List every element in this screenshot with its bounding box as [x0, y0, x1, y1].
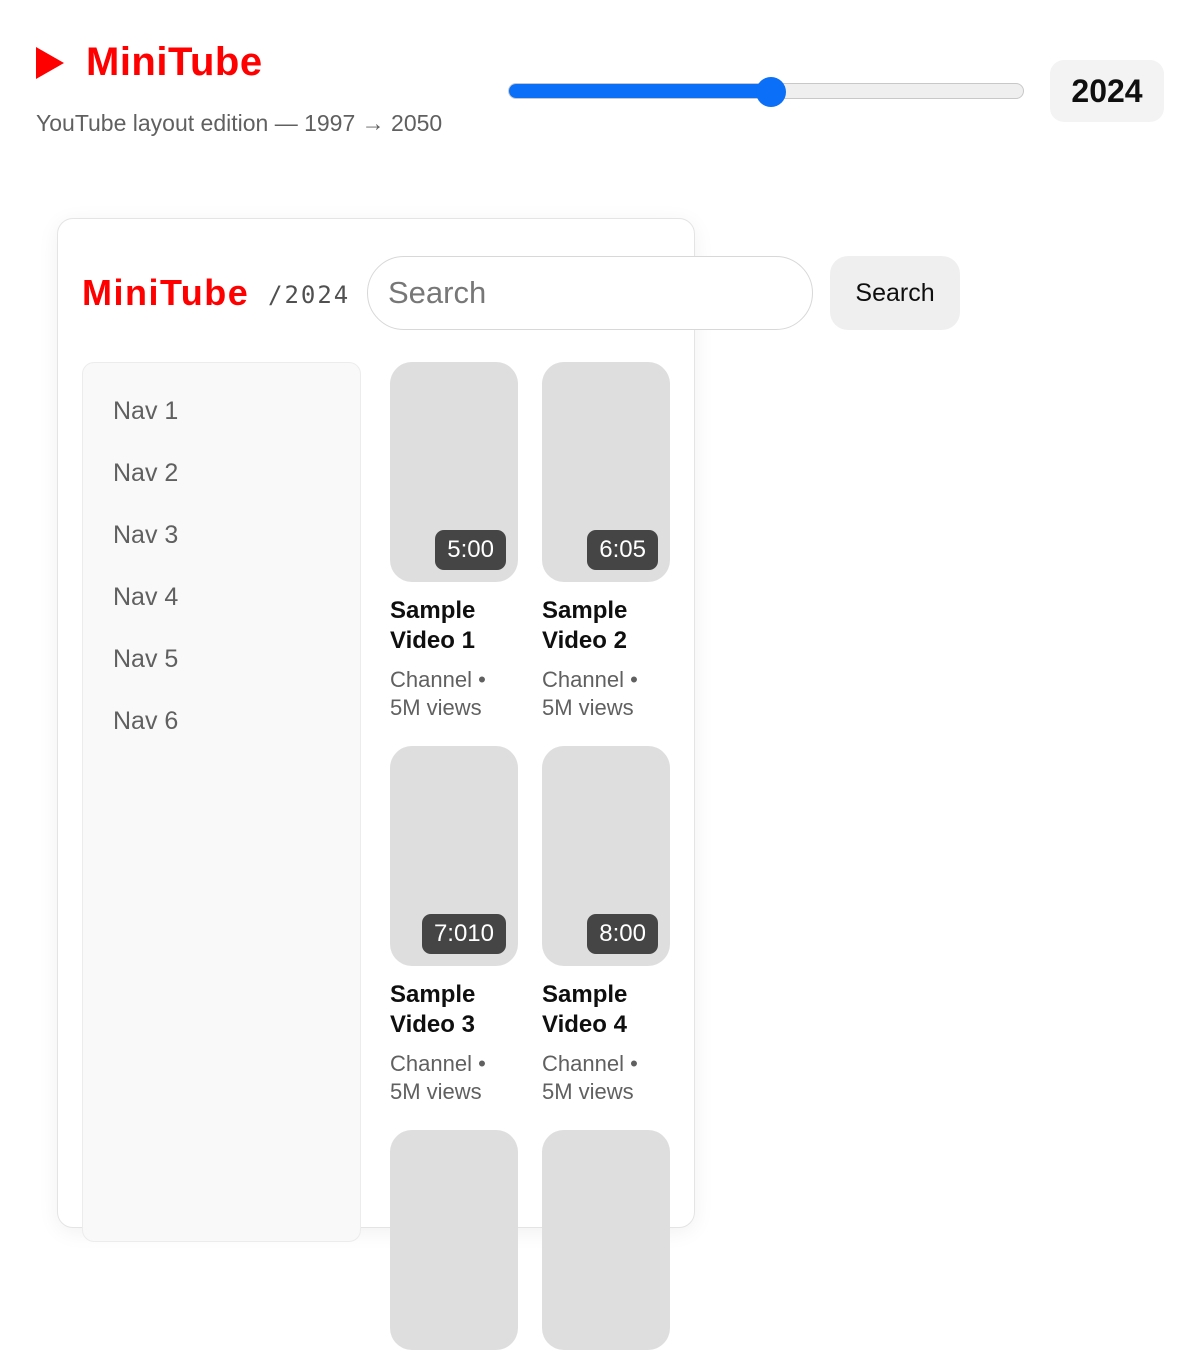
video-thumbnail[interactable]: 7:010 — [390, 746, 518, 966]
video-title[interactable]: Sample Video 4 — [542, 980, 670, 1040]
sidebar-item-nav-4[interactable]: Nav 4 — [113, 583, 178, 612]
duration-badge: 7:010 — [421, 914, 506, 954]
sidebar-item-nav-2[interactable]: Nav 2 — [113, 459, 178, 488]
video-card[interactable]: 8:00 Sample Video 4 Channel • 5M views — [542, 746, 670, 1106]
video-title[interactable]: Sample Video 3 — [390, 980, 518, 1040]
video-title[interactable]: Sample Video 1 — [390, 596, 518, 656]
sidebar-item-nav-6[interactable]: Nav 6 — [113, 707, 178, 736]
video-card[interactable]: 5:00 Sample Video 1 Channel • 5M views — [390, 362, 518, 722]
search-input[interactable] — [367, 256, 813, 330]
page-title: MiniTube — [86, 40, 263, 84]
video-card[interactable]: 7:010 Sample Video 3 Channel • 5M views — [390, 746, 518, 1106]
play-icon — [36, 46, 64, 79]
year-display: 2024 — [1050, 60, 1164, 122]
app-year-tag: /2024 — [268, 281, 351, 309]
video-thumbnail[interactable] — [390, 1130, 518, 1350]
video-card[interactable]: 6:05 Sample Video 2 Channel • 5M views — [542, 362, 670, 722]
sidebar-item-nav-3[interactable]: Nav 3 — [113, 521, 178, 550]
video-title[interactable]: Sample Video 2 — [542, 596, 670, 656]
video-meta: Channel • 5M views — [390, 1051, 486, 1104]
app-logo[interactable]: MiniTube — [82, 272, 249, 314]
video-meta: Channel • 5M views — [542, 1051, 638, 1104]
duration-badge: 8:00 — [587, 914, 658, 954]
video-thumbnail[interactable]: 6:05 — [542, 362, 670, 582]
video-meta: Channel • 5M views — [542, 667, 638, 720]
year-slider[interactable] — [508, 77, 1024, 107]
duration-badge: 5:00 — [435, 530, 506, 570]
brand: MiniTube — [36, 40, 263, 85]
sidebar-item-nav-1[interactable]: Nav 1 — [113, 397, 178, 426]
sidebar: Nav 1 Nav 2 Nav 3 Nav 4 Nav 5 Nav 6 — [82, 362, 361, 1242]
search-button[interactable]: Search — [830, 256, 960, 330]
page-subtitle: YouTube layout edition — 1997 → 2050 — [36, 110, 443, 136]
video-card[interactable] — [542, 1130, 670, 1350]
video-thumbnail[interactable]: 8:00 — [542, 746, 670, 966]
sidebar-item-nav-5[interactable]: Nav 5 — [113, 645, 178, 674]
video-thumbnail[interactable] — [542, 1130, 670, 1350]
slider-fill — [509, 84, 771, 98]
slider-thumb[interactable] — [755, 77, 786, 107]
duration-badge: 6:05 — [587, 530, 658, 570]
video-card[interactable] — [390, 1130, 518, 1350]
video-meta: Channel • 5M views — [390, 667, 486, 720]
video-thumbnail[interactable]: 5:00 — [390, 362, 518, 582]
